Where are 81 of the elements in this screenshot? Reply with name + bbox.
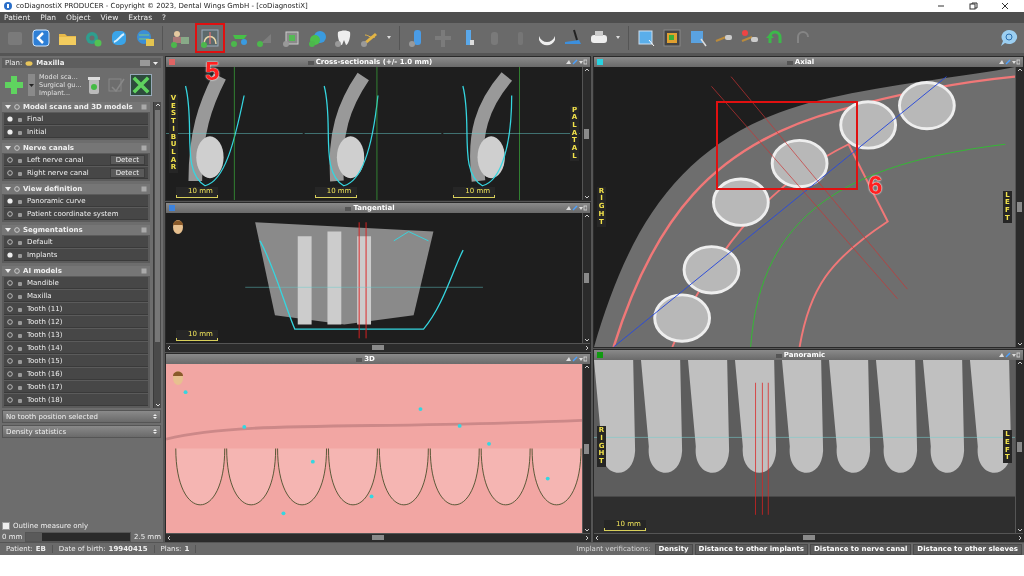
scroll-down-icon[interactable] — [583, 527, 590, 533]
visibility-toggle-icon[interactable] — [7, 169, 13, 176]
scrollbar-thumb[interactable] — [372, 535, 384, 540]
visibility-toggle-icon[interactable] — [7, 292, 13, 299]
scroll-left-icon[interactable] — [166, 534, 172, 541]
view-tools-icon[interactable] — [998, 352, 1020, 358]
scrollbar-thumb[interactable] — [1017, 202, 1022, 212]
visibility-toggle-icon[interactable] — [7, 305, 13, 312]
globe-icon[interactable] — [134, 27, 156, 49]
view-tools-icon[interactable] — [565, 356, 587, 362]
scrollbar-thumb[interactable] — [802, 535, 815, 540]
scroll-down-icon[interactable] — [583, 337, 590, 343]
scrollbar-thumb[interactable] — [1017, 441, 1022, 452]
visibility-toggle-icon[interactable] — [7, 396, 13, 403]
checkbox[interactable] — [2, 522, 10, 530]
expand-arrow-icon[interactable] — [5, 268, 11, 274]
image-icon[interactable] — [661, 27, 683, 49]
circle-icon — [14, 145, 20, 151]
visibility-toggle-icon[interactable] — [7, 115, 13, 122]
scroll-left-icon[interactable] — [594, 534, 600, 541]
visibility-toggle-icon[interactable] — [7, 344, 13, 351]
scroll-up-icon[interactable] — [154, 102, 161, 108]
view-tools-icon[interactable] — [565, 59, 587, 65]
cross-icon[interactable] — [131, 76, 150, 94]
visibility-toggle-icon[interactable] — [7, 331, 13, 338]
scroll-right-icon[interactable] — [584, 344, 590, 351]
expand-arrow-icon[interactable] — [5, 186, 11, 192]
scroll-down-icon[interactable] — [154, 402, 161, 408]
scroll-down-icon[interactable] — [1016, 341, 1023, 347]
visibility-toggle-icon[interactable] — [7, 197, 13, 204]
visibility-toggle-icon[interactable] — [7, 370, 13, 377]
add-icon[interactable] — [4, 75, 24, 95]
trash-can-icon[interactable] — [85, 75, 102, 95]
dropdown-button-icon[interactable] — [28, 74, 35, 96]
dropdown-arrow-icon[interactable] — [153, 60, 158, 66]
scroll-up-icon[interactable] — [583, 67, 590, 73]
scrollbar-thumb[interactable] — [372, 345, 384, 350]
threshold-slider[interactable] — [25, 532, 131, 542]
visibility-toggle-icon[interactable] — [7, 238, 13, 245]
expand-arrow-icon[interactable] — [5, 227, 11, 233]
circle-icon — [14, 268, 20, 274]
visibility-toggle-icon[interactable] — [7, 210, 13, 217]
visibility-toggle-icon[interactable] — [7, 279, 13, 286]
scroll-up-icon[interactable] — [1016, 360, 1023, 366]
spinner-arrows-icon — [153, 413, 157, 420]
spinner-arrows-icon — [153, 428, 157, 435]
head-icon — [172, 219, 184, 235]
visibility-toggle-icon[interactable] — [7, 357, 13, 364]
expand-arrow-icon[interactable] — [5, 145, 11, 151]
scroll-right-icon[interactable] — [1017, 534, 1023, 541]
scrollbar-thumb[interactable] — [155, 110, 160, 342]
visibility-toggle-icon[interactable] — [7, 156, 13, 163]
circle-icon — [14, 227, 20, 233]
head-icon — [172, 370, 184, 386]
scroll-up-icon[interactable] — [583, 213, 590, 219]
scroll-right-icon[interactable] — [584, 534, 590, 541]
expand-arrow-icon[interactable] — [5, 104, 11, 110]
scrollbar-thumb[interactable] — [584, 273, 589, 283]
scroll-up-icon[interactable] — [1016, 67, 1023, 73]
annotation-number: 5 — [205, 58, 220, 84]
scroll-down-icon[interactable] — [583, 194, 590, 200]
visibility-toggle-icon[interactable] — [7, 128, 13, 135]
scroll-up-icon[interactable] — [583, 364, 590, 370]
view-tools-icon[interactable] — [998, 59, 1020, 65]
scroll-down-icon[interactable] — [1016, 527, 1023, 533]
visibility-toggle-icon[interactable] — [7, 251, 13, 258]
circle-icon — [14, 104, 20, 110]
scroll-left-icon[interactable] — [166, 344, 172, 351]
help-icon[interactable] — [998, 27, 1020, 49]
scrollbar-thumb[interactable] — [584, 443, 589, 454]
circle-icon — [14, 186, 20, 192]
cube-cursor-icon[interactable] — [635, 27, 657, 49]
visibility-toggle-icon[interactable] — [7, 383, 13, 390]
cloud-icon — [25, 60, 34, 66]
view-tools-icon[interactable] — [565, 205, 587, 211]
visibility-toggle-icon[interactable] — [7, 318, 13, 325]
scrollbar-thumb[interactable] — [584, 128, 589, 139]
annotation-number: 6 — [868, 172, 883, 198]
close-icon[interactable] — [1000, 2, 1010, 10]
restore-icon[interactable] — [968, 2, 978, 10]
minimize-icon[interactable] — [936, 2, 946, 10]
